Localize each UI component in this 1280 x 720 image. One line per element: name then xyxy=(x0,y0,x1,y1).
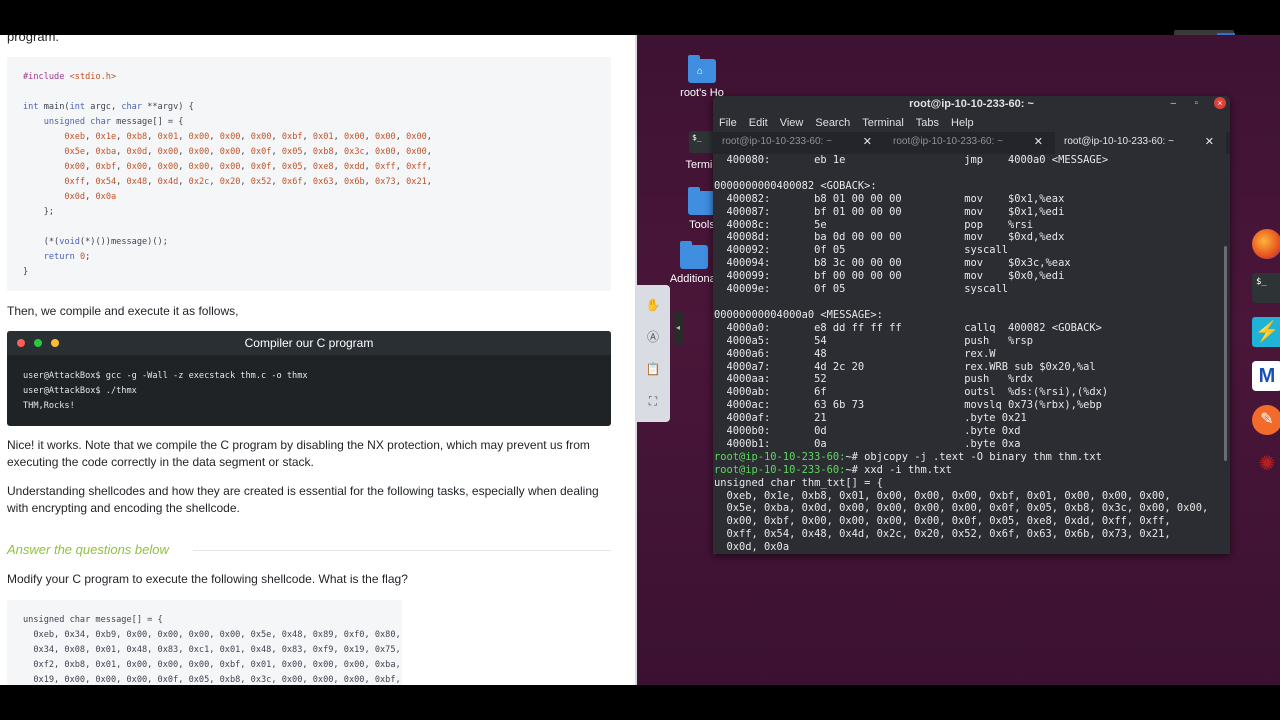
menu-view[interactable]: View xyxy=(780,117,804,129)
hand-icon[interactable]: ✋ xyxy=(645,297,661,313)
prompt-suffix: ~# xyxy=(845,450,865,463)
terminal-titlebar[interactable]: root@ip-10-10-233-60: ~ – ▫ × xyxy=(713,96,1230,114)
command-text: objcopy -j .text -O binary thm thm.txt xyxy=(864,450,1102,463)
disassembly-output: 400080: eb 1e jmp 4000a0 <MESSAGE> 00000… xyxy=(714,154,1109,450)
bottom-black-bar xyxy=(0,685,1280,720)
terminal-card-body: user@AttackBox$ gcc -g -Wall -z execstac… xyxy=(7,355,611,426)
terminal-icon[interactable]: $_ xyxy=(1252,273,1280,303)
folder-icon xyxy=(680,241,708,269)
prompt: root@ip-10-10-233-60: xyxy=(714,463,846,476)
postman-icon[interactable]: ✎ xyxy=(1252,405,1280,435)
terminal-title: root@ip-10-10-233-60: ~ xyxy=(909,98,1034,110)
red-app-icon[interactable]: ✺ xyxy=(1252,449,1280,479)
tab-close-icon[interactable]: ✕ xyxy=(1205,135,1214,148)
menu-edit[interactable]: Edit xyxy=(749,117,768,129)
home-folder-icon: ⌂ xyxy=(688,55,716,83)
clipboard-icon[interactable]: 📋 xyxy=(645,361,661,377)
toolbar-collapse-handle[interactable]: ◂ xyxy=(673,311,683,345)
folder-icon xyxy=(688,187,716,215)
understanding-paragraph: Understanding shellcodes and how they ar… xyxy=(7,484,599,515)
burp-icon[interactable]: ⚡ xyxy=(1252,317,1280,347)
terminal-tabs: root@ip-10-10-233-60: ~ ✕ root@ip-10-10-2… xyxy=(713,132,1230,154)
terminal-card-code: user@AttackBox$ gcc -g -Wall -z execstac… xyxy=(23,371,308,411)
menu-search[interactable]: Search xyxy=(815,117,850,129)
terminal-card-header: Compiler our C program xyxy=(7,331,611,355)
xxd-output: unsigned char thm_txt[] = { 0xeb, 0x1e, … xyxy=(714,476,1209,554)
tab-1[interactable]: root@ip-10-10-233-60: ~ ✕ xyxy=(713,132,884,154)
terminal-menubar: File Edit View Search Terminal Tabs Help xyxy=(713,114,1230,132)
c-program-code: #include <stdio.h> int main(int argc, ch… xyxy=(23,72,432,277)
prompt-suffix: ~# xyxy=(845,463,865,476)
close-icon[interactable]: × xyxy=(1214,97,1226,109)
nice-paragraph: Nice! it works. Note that we compile the… xyxy=(7,438,590,469)
shellcode-code-block: unsigned char message[] = { 0xeb, 0x34, … xyxy=(7,600,402,685)
c-program-code-block: #include <stdio.h> int main(int argc, ch… xyxy=(7,57,611,291)
tab-label: root@ip-10-10-233-60: ~ xyxy=(893,136,1003,147)
answer-heading-rule xyxy=(193,550,611,551)
answer-heading: Answer the questions below xyxy=(7,542,169,557)
compile-intro-text: Then, we compile and execute it as follo… xyxy=(7,304,239,318)
firefox-icon[interactable] xyxy=(1252,229,1280,259)
prompt: root@ip-10-10-233-60: xyxy=(714,450,846,463)
menu-tabs[interactable]: Tabs xyxy=(916,117,939,129)
minimize-icon[interactable]: – xyxy=(1170,98,1176,109)
tab-close-icon[interactable]: ✕ xyxy=(1034,135,1043,148)
terminal-output[interactable]: 400080: eb 1e jmp 4000a0 <MESSAGE> 00000… xyxy=(713,154,1230,554)
desktop-icon-home[interactable]: ⌂ root's Ho xyxy=(667,55,737,99)
terminal-scrollbar[interactable] xyxy=(1224,246,1227,461)
menu-file[interactable]: File xyxy=(719,117,737,129)
top-black-bar xyxy=(0,0,1280,36)
compile-terminal-card: Compiler our C program user@AttackBox$ g… xyxy=(7,331,611,426)
text-icon[interactable]: Ⓐ xyxy=(645,329,661,345)
terminal-window[interactable]: root@ip-10-10-233-60: ~ – ▫ × File Edit … xyxy=(713,96,1230,554)
menu-terminal[interactable]: Terminal xyxy=(862,117,904,129)
tab-close-icon[interactable]: ✕ xyxy=(863,135,872,148)
maximize-icon[interactable]: ▫ xyxy=(1194,98,1198,109)
malwarebytes-icon[interactable]: M xyxy=(1252,361,1280,391)
fullscreen-icon[interactable]: ⛶ xyxy=(645,393,661,409)
article-panel: program. #include <stdio.h> int main(int… xyxy=(0,35,637,685)
tab-label: root@ip-10-10-233-60: ~ xyxy=(1064,136,1174,147)
command-line-1: root@ip-10-10-233-60:~# objcopy -j .text… xyxy=(714,451,1230,464)
shellcode-code: unsigned char message[] = { 0xeb, 0x34, … xyxy=(23,615,401,685)
terminal-icon: $_ xyxy=(689,131,715,153)
terminal-card-title: Compiler our C program xyxy=(244,336,374,350)
question-text: Modify your C program to execute the fol… xyxy=(7,572,408,586)
menu-help[interactable]: Help xyxy=(951,117,974,129)
intro-text: program. xyxy=(7,35,60,44)
tab-2[interactable]: root@ip-10-10-233-60: ~ ✕ xyxy=(884,132,1055,154)
tab-3[interactable]: root@ip-10-10-233-60: ~ ✕ xyxy=(1055,132,1226,154)
remote-side-toolbar: ✋ Ⓐ 📋 ⛶ xyxy=(637,285,670,422)
command-line-2: root@ip-10-10-233-60:~# xxd -i thm.txt xyxy=(714,464,1230,477)
command-text: xxd -i thm.txt xyxy=(864,463,952,476)
tab-label: root@ip-10-10-233-60: ~ xyxy=(722,136,832,147)
